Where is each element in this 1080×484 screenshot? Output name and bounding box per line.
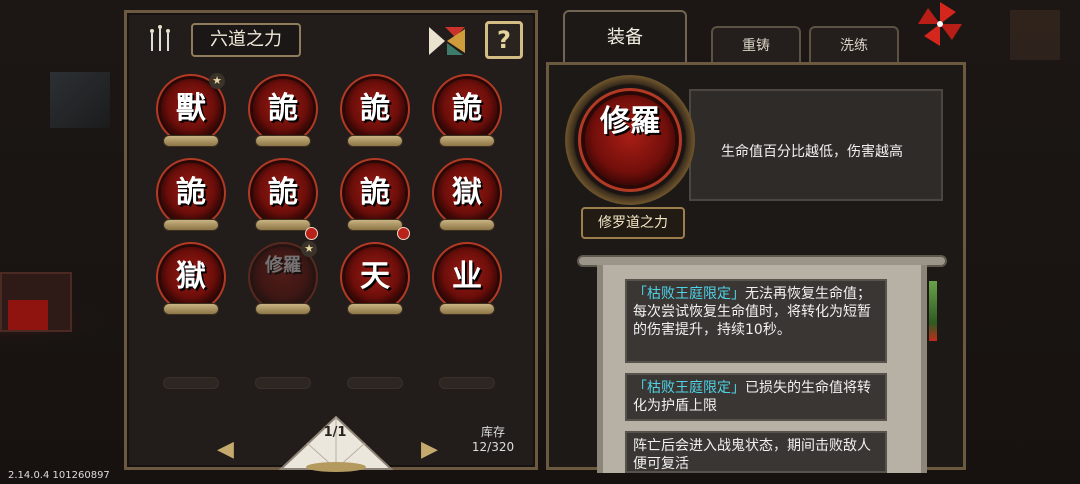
orb-glyph: 獄 xyxy=(176,259,206,294)
orb-glyph: 詭 xyxy=(268,91,298,126)
orb-glyph: 天 xyxy=(360,259,390,294)
help-button[interactable]: ? xyxy=(485,21,523,59)
background-chest xyxy=(8,300,48,330)
orb-item[interactable]: 詭 xyxy=(345,163,405,223)
panel-title: 六道之力 xyxy=(191,23,301,57)
orb-stand xyxy=(255,219,311,231)
orb-stand xyxy=(163,135,219,147)
candle-icon xyxy=(147,25,175,55)
game-screen: 六道之力 ? ◀ 1/1 ▶ 库存 12/320 獸 ★ 詭詭詭詭詭詭獄獄修羅 ★ 天业… xyxy=(0,0,1080,484)
empty-slot xyxy=(163,377,219,389)
question-mark-icon: ? xyxy=(497,26,511,54)
orb-glyph: 獄 xyxy=(452,175,482,210)
effects-scroll[interactable]: 「枯败王庭限定」无法再恢复生命值；每次尝试恢复生命值时，将转化为短暂的伤害提升，… xyxy=(597,265,927,473)
orb-stand xyxy=(347,135,403,147)
orb-item[interactable]: 修羅 xyxy=(253,247,313,307)
ability-description: 生命值百分比越低，伤害越高 xyxy=(721,144,903,160)
orb-glyph: 业 xyxy=(452,259,482,294)
tab-reforge[interactable]: 重铸 xyxy=(711,26,801,64)
lock-badge-icon xyxy=(305,227,318,240)
orb-item[interactable]: 詭 xyxy=(253,163,313,223)
tangram-sort-icon[interactable] xyxy=(427,23,467,59)
six-paths-panel: 六道之力 ? ◀ 1/1 ▶ 库存 12/320 獸 ★ 詭詭詭詭詭詭獄獄修羅 ★ 天业 xyxy=(124,10,538,473)
orb-stand xyxy=(439,135,495,147)
lock-badge-icon xyxy=(397,227,410,240)
empty-slot xyxy=(347,377,403,389)
close-pinwheel-button[interactable] xyxy=(916,0,964,52)
effect-tag: 「枯败王庭限定」 xyxy=(633,380,745,396)
orb-item[interactable]: 詭 xyxy=(161,163,221,223)
empty-slot xyxy=(255,377,311,389)
detail-panel: 生命值百分比越低，伤害越高 修羅 修罗道之力 「枯败王庭限定」无法再恢复生命值；… xyxy=(546,62,966,473)
effect-text: 阵亡后会进入战鬼状态，期间击败敌人便可复活 xyxy=(633,438,871,472)
orb-glyph: 詭 xyxy=(452,91,482,126)
orb-item[interactable]: 业 xyxy=(437,247,497,307)
pinwheel-icon xyxy=(918,2,962,46)
orb-stand xyxy=(439,219,495,231)
orb-glyph: 詭 xyxy=(176,175,206,210)
orb-item[interactable]: 詭 xyxy=(437,79,497,139)
version-label: 2.14.0.4 101260897 xyxy=(8,470,110,481)
orb-glyph: 獸 xyxy=(176,91,206,126)
orb-item[interactable]: 獸 xyxy=(161,79,221,139)
orb-glyph: 詭 xyxy=(360,175,390,210)
tab-equip[interactable]: 装备 xyxy=(563,10,687,66)
orb-stand xyxy=(347,219,403,231)
orb-item[interactable]: 詭 xyxy=(345,79,405,139)
orb-stand xyxy=(163,219,219,231)
page-fan xyxy=(277,411,395,473)
description-box: 生命值百分比越低，伤害越高 xyxy=(689,89,943,201)
background-gear-pile xyxy=(50,72,110,128)
effect-entry: 阵亡后会进入战鬼状态，期间击败敌人便可复活 xyxy=(625,431,887,473)
orb-item[interactable]: 獄 xyxy=(161,247,221,307)
effect-tag: 「枯败王庭限定」 xyxy=(633,286,745,302)
next-page-arrow[interactable]: ▶ xyxy=(421,437,438,462)
orb-stand xyxy=(255,303,311,315)
tab-refine[interactable]: 洗练 xyxy=(809,26,899,64)
orb-glyph: 詭 xyxy=(360,91,390,126)
orb-stand xyxy=(255,135,311,147)
orb-item[interactable]: 天 xyxy=(345,247,405,307)
orb-stand xyxy=(163,303,219,315)
background-box xyxy=(1010,10,1060,60)
effect-entry: 「枯败王庭限定」无法再恢复生命值；每次尝试恢复生命值时，将转化为短暂的伤害提升，… xyxy=(625,279,887,363)
selected-orb-glyph: 修羅 xyxy=(600,104,660,139)
star-icon: ★ xyxy=(301,241,317,257)
stock-count: 12/320 xyxy=(471,440,515,454)
empty-slot xyxy=(439,377,495,389)
star-icon: ★ xyxy=(209,73,225,89)
orb-item[interactable]: 詭 xyxy=(253,79,313,139)
effect-entry: 「枯败王庭限定」已损失的生命值将转化为护盾上限 xyxy=(625,373,887,421)
tassel-ornament xyxy=(929,281,937,341)
orb-glyph: 修羅 xyxy=(265,255,301,276)
stock-label: 库存 xyxy=(480,425,505,439)
orb-glyph: 詭 xyxy=(268,175,298,210)
orb-name-plate: 修罗道之力 xyxy=(581,207,685,239)
orb-stand xyxy=(347,303,403,315)
page-indicator: 1/1 xyxy=(323,425,347,440)
orb-stand xyxy=(439,303,495,315)
prev-page-arrow[interactable]: ◀ xyxy=(217,437,234,462)
orb-item[interactable]: 獄 xyxy=(437,163,497,223)
